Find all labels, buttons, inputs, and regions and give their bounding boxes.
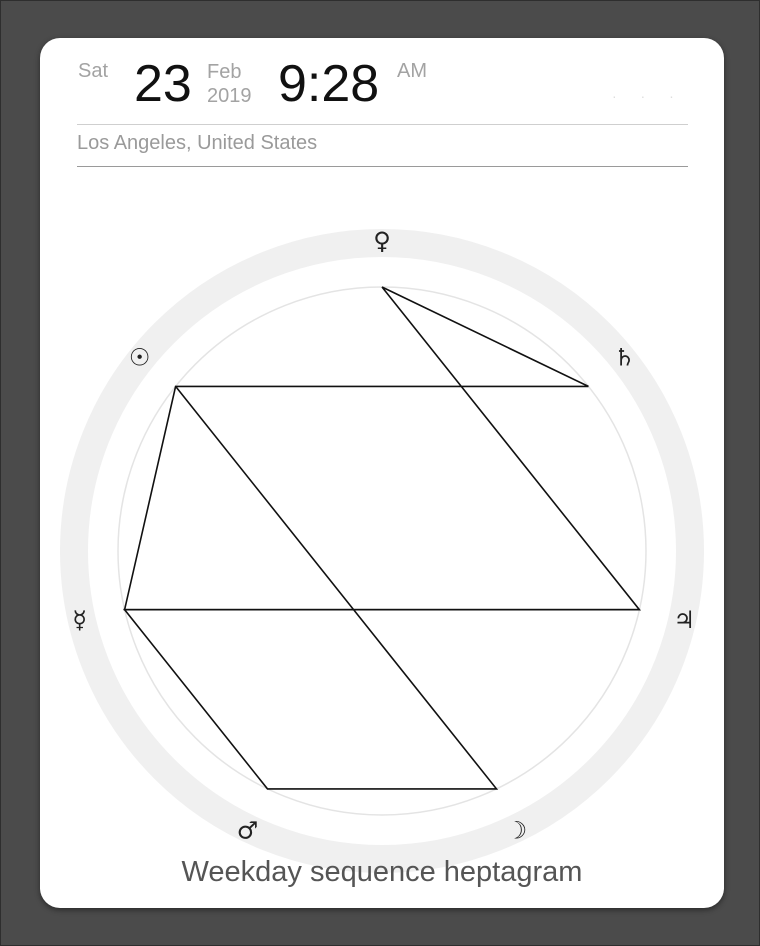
ampm-label: AM <box>397 60 427 82</box>
day-number: 23 <box>134 55 192 113</box>
clock-card: Sat 23 Feb 2019 9:28 AM · · · Los Angele… <box>40 38 724 908</box>
weekday-label: Sat <box>78 60 109 82</box>
location-field[interactable]: Los Angeles, United States <box>77 132 637 155</box>
mercury-symbol-icon: ☿ <box>72 606 87 634</box>
month-label: Feb <box>207 61 242 83</box>
year-label: 2019 <box>207 85 252 107</box>
mars-symbol-icon: ♂ <box>237 816 259 844</box>
jupiter-symbol-icon: ♃ <box>673 606 695 634</box>
time-display: 9:28 <box>278 55 380 113</box>
moon-symbol-icon: ☽ <box>506 816 528 844</box>
heptagram-lines <box>122 286 642 790</box>
header-divider <box>77 124 688 125</box>
location-divider <box>77 166 688 167</box>
heptagram-diagram: ♀ ♄ ♃ ☽ ♂ ☿ ☉ <box>60 227 704 873</box>
sun-symbol-icon: ☉ <box>129 344 151 372</box>
venus-symbol-icon: ♀ <box>373 227 391 255</box>
outer-ring <box>60 229 704 873</box>
diagram-caption: Weekday sequence heptagram <box>181 856 583 888</box>
saturn-symbol-icon: ♄ <box>614 344 636 372</box>
inner-circle <box>117 286 647 816</box>
heptagram-path-a <box>123 286 642 611</box>
faint-dots: · · · <box>612 88 684 104</box>
heptagram-path-b <box>122 385 640 790</box>
